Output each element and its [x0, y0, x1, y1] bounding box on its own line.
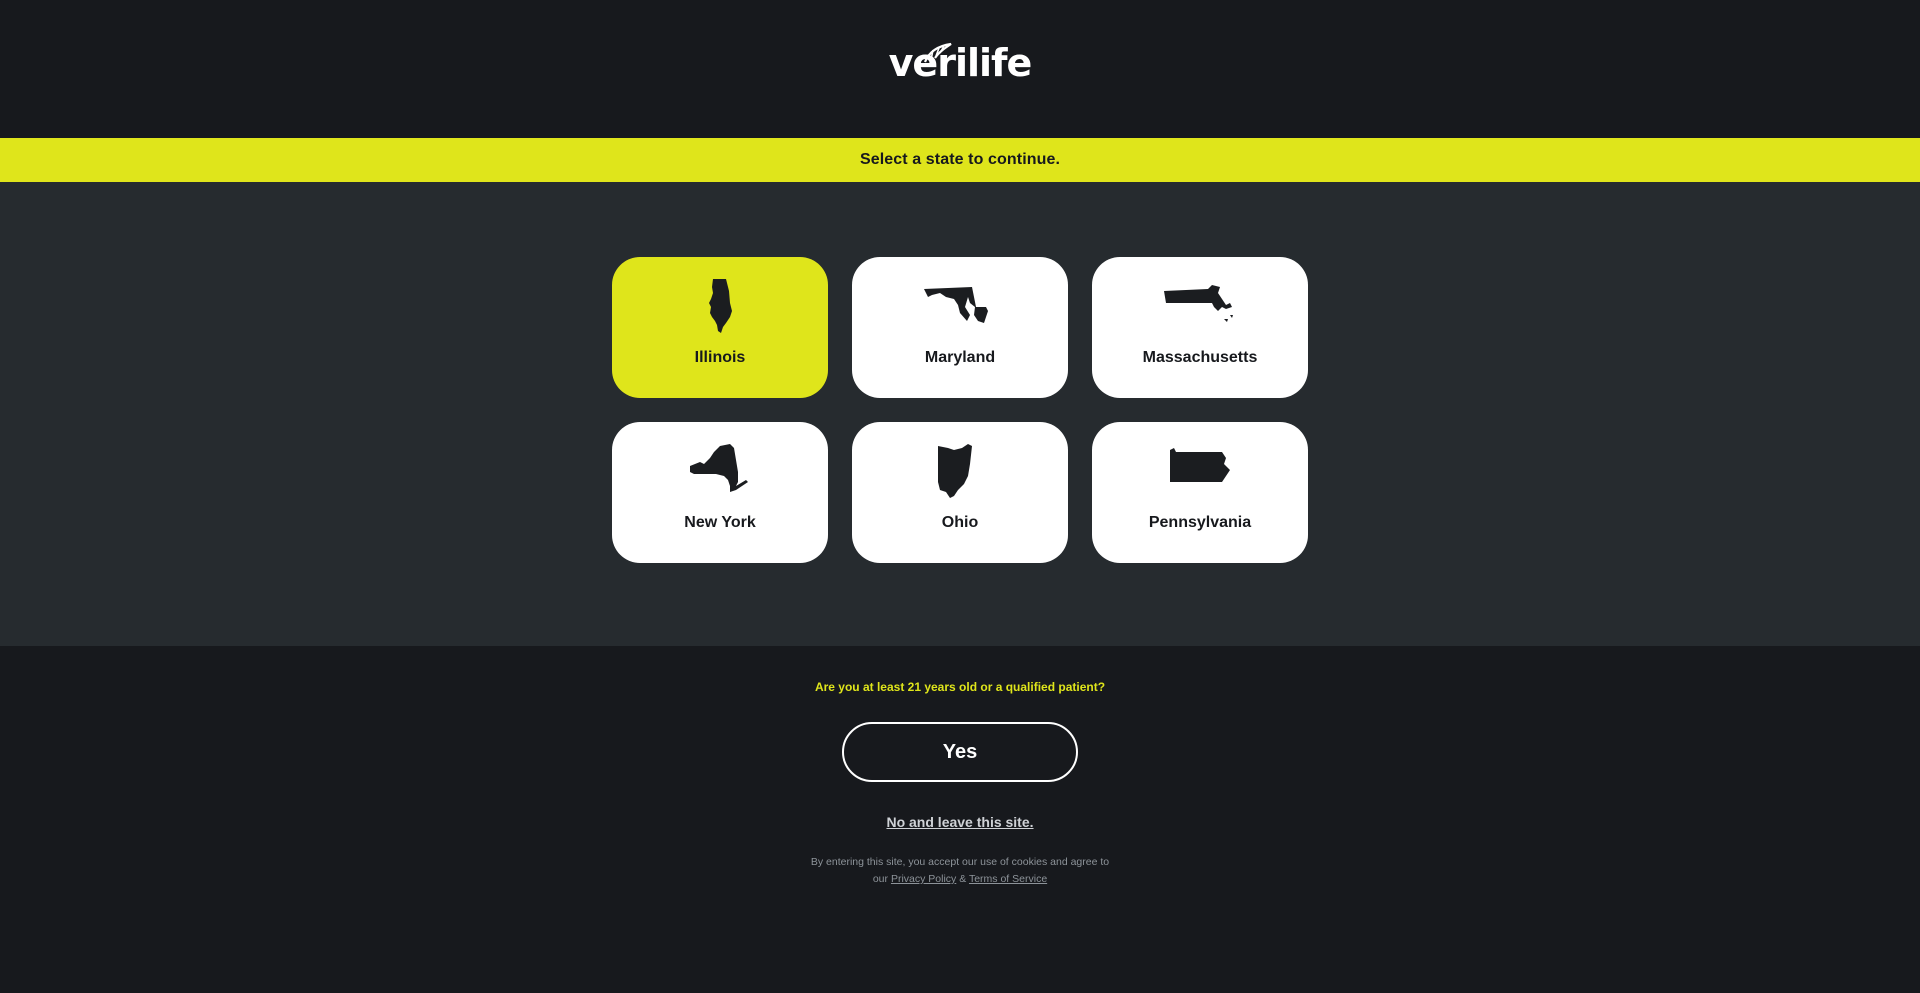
- legal-ampersand: &: [959, 873, 967, 885]
- logo-text: verilife: [888, 41, 1033, 85]
- pennsylvania-map-icon: [1170, 448, 1230, 482]
- new-york-map-icon: [690, 444, 748, 492]
- yes-button[interactable]: Yes: [842, 722, 1078, 782]
- age-question: Are you at least 21 years old or a quali…: [814, 680, 1106, 694]
- state-label: New York: [684, 514, 756, 531]
- footer-band: [0, 916, 1920, 993]
- state-card-pennsylvania[interactable]: Pennsylvania: [1092, 422, 1308, 563]
- massachusetts-map-icon: [1164, 285, 1233, 322]
- legal-notice: By entering this site, you accept our us…: [811, 854, 1109, 888]
- ohio-map-icon: [938, 444, 972, 498]
- banner-text: Select a state to continue.: [859, 151, 1061, 168]
- state-selector-section: Illinois Maryland Massachusetts New York: [0, 182, 1920, 646]
- legal-line-1: By entering this site, you accept our us…: [810, 856, 1110, 868]
- state-card-maryland[interactable]: Maryland: [852, 257, 1068, 398]
- state-label: Illinois: [694, 349, 746, 366]
- leave-site-link[interactable]: No and leave this site.: [886, 814, 1033, 830]
- state-label: Ohio: [941, 514, 979, 531]
- site-header: verilife: [0, 0, 1920, 138]
- select-state-banner: Select a state to continue.: [0, 138, 1920, 182]
- state-card-illinois[interactable]: Illinois: [612, 257, 828, 398]
- state-label: Maryland: [924, 349, 996, 366]
- state-card-ohio[interactable]: Ohio: [852, 422, 1068, 563]
- state-grid: Illinois Maryland Massachusetts New York: [612, 257, 1308, 563]
- terms-of-service-link[interactable]: Terms of Service: [969, 873, 1047, 885]
- verilife-logo[interactable]: verilife: [888, 41, 1033, 85]
- state-card-massachusetts[interactable]: Massachusetts: [1092, 257, 1308, 398]
- maryland-map-icon: [924, 287, 988, 323]
- privacy-policy-link[interactable]: Privacy Policy: [891, 873, 956, 885]
- state-card-new-york[interactable]: New York: [612, 422, 828, 563]
- age-verification-section: Are you at least 21 years old or a quali…: [0, 646, 1920, 916]
- state-label: Pennsylvania: [1148, 514, 1252, 531]
- leaf-icon: [923, 42, 952, 63]
- illinois-map-icon: [709, 279, 732, 333]
- legal-line-2: our Privacy Policy & Terms of Service: [811, 871, 1109, 888]
- state-label: Massachusetts: [1142, 349, 1258, 366]
- legal-prefix: our: [872, 873, 889, 885]
